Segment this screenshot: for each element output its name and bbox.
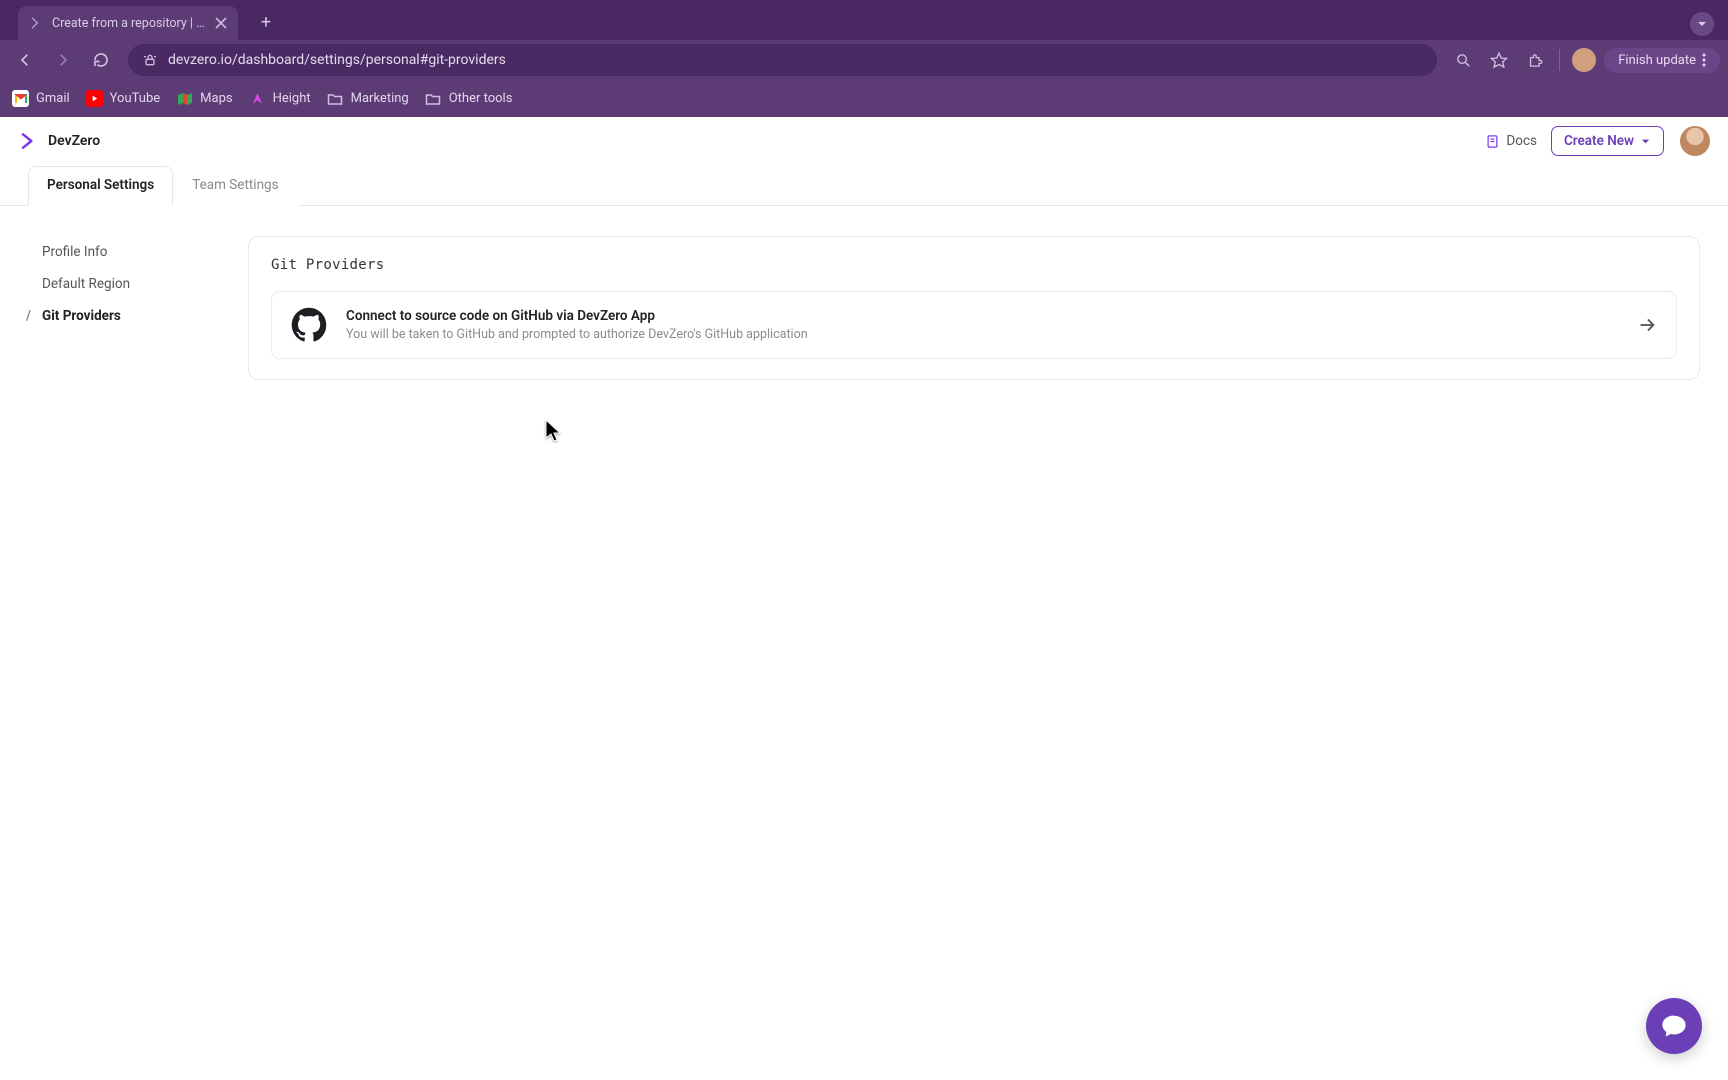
brand-name[interactable]: DevZero [48, 133, 100, 149]
address-bar: devzero.io/dashboard/settings/personal#g… [0, 40, 1728, 80]
profile-avatar-sm[interactable] [1568, 44, 1600, 76]
reload-button[interactable] [84, 43, 118, 77]
tab-team-settings[interactable]: Team Settings [173, 166, 297, 206]
zoom-icon[interactable] [1447, 44, 1479, 76]
bookmark-label: Gmail [36, 91, 70, 106]
app-header: DevZero Docs Create New [0, 117, 1728, 165]
bookmark-label: Marketing [351, 91, 409, 106]
docs-link[interactable]: Docs [1485, 133, 1537, 149]
tab-close-icon[interactable] [214, 16, 228, 30]
maps-icon [176, 90, 193, 107]
bookmark-label: YouTube [110, 91, 161, 106]
folder-icon [425, 90, 442, 107]
sidebar-item-label: Git Providers [42, 308, 121, 324]
docs-icon [1485, 134, 1500, 149]
forward-button[interactable] [46, 43, 80, 77]
settings-tabs: Personal Settings Team Settings [0, 165, 1728, 206]
browser-tab[interactable]: Create from a repository | De [18, 6, 238, 40]
divider [1559, 49, 1560, 71]
tab-title: Create from a repository | De [52, 16, 206, 31]
bookmark-gmail[interactable]: Gmail [12, 90, 70, 107]
provider-title: Connect to source code on GitHub via Dev… [346, 308, 1618, 324]
tab-label: Team Settings [192, 177, 278, 193]
bookmark-youtube[interactable]: YouTube [86, 90, 161, 107]
bookmark-label: Height [273, 91, 311, 106]
bookmark-label: Other tools [449, 91, 513, 106]
bookmark-maps[interactable]: Maps [176, 90, 232, 107]
tabs-dropdown-icon[interactable] [1690, 12, 1714, 36]
create-new-button[interactable]: Create New [1551, 126, 1664, 156]
url-input[interactable]: devzero.io/dashboard/settings/personal#g… [128, 44, 1437, 76]
gmail-icon [12, 90, 29, 107]
arrow-right-icon [1636, 314, 1658, 336]
finish-update-button[interactable]: Finish update [1604, 48, 1720, 73]
new-tab-button[interactable]: + [252, 8, 280, 36]
docs-label: Docs [1506, 133, 1537, 149]
bookmark-height[interactable]: Height [249, 90, 311, 107]
sidebar-item-default-region[interactable]: Default Region [28, 268, 228, 300]
youtube-icon [86, 90, 103, 107]
panel-title: Git Providers [271, 257, 1677, 273]
url-text: devzero.io/dashboard/settings/personal#g… [168, 52, 506, 68]
site-info-icon[interactable] [142, 52, 158, 68]
height-icon [249, 90, 266, 107]
chat-icon [1660, 1012, 1688, 1040]
chevron-down-icon [1640, 136, 1651, 147]
provider-text: Connect to source code on GitHub via Dev… [346, 308, 1618, 342]
github-icon [290, 306, 328, 344]
mouse-cursor-icon [544, 418, 564, 444]
more-vert-icon [1702, 53, 1706, 67]
bookmark-star-icon[interactable] [1483, 44, 1515, 76]
devzero-logo-icon[interactable] [18, 131, 38, 151]
settings-sidebar: Profile Info Default Region Git Provider… [28, 236, 228, 380]
github-connect-card[interactable]: Connect to source code on GitHub via Dev… [271, 291, 1677, 359]
create-new-label: Create New [1564, 133, 1634, 149]
extensions-icon[interactable] [1519, 44, 1551, 76]
bookmark-other-tools[interactable]: Other tools [425, 90, 513, 107]
sidebar-item-label: Profile Info [42, 244, 107, 260]
sidebar-item-label: Default Region [42, 276, 130, 292]
content-area: Profile Info Default Region Git Provider… [0, 206, 1728, 410]
provider-subtitle: You will be taken to GitHub and prompted… [346, 327, 1618, 342]
browser-chrome: Create from a repository | De + devzero.… [0, 0, 1728, 117]
back-button[interactable] [8, 43, 42, 77]
user-avatar[interactable] [1680, 126, 1710, 156]
tab-bar: Create from a repository | De + [0, 0, 1728, 40]
avatar-icon [1572, 48, 1596, 72]
bookmark-label: Maps [200, 91, 232, 106]
tab-personal-settings[interactable]: Personal Settings [28, 166, 173, 206]
finish-update-label: Finish update [1618, 53, 1696, 68]
sidebar-item-git-providers[interactable]: Git Providers [28, 300, 228, 332]
bookmarks-bar: Gmail YouTube Maps Height Marketing [0, 80, 1728, 117]
address-actions: Finish update [1447, 44, 1720, 76]
chat-widget-button[interactable] [1646, 998, 1702, 1054]
tab-favicon-icon [28, 15, 44, 31]
tab-label: Personal Settings [47, 177, 154, 193]
bookmark-marketing[interactable]: Marketing [327, 90, 409, 107]
sidebar-item-profile-info[interactable]: Profile Info [28, 236, 228, 268]
folder-icon [327, 90, 344, 107]
git-providers-panel: Git Providers Connect to source code on … [248, 236, 1700, 380]
